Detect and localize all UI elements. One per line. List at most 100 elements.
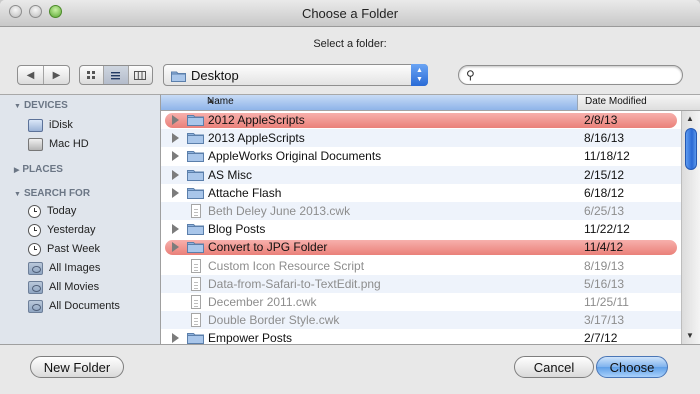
- idisk-icon: [28, 118, 43, 132]
- file-rows: 2012 AppleScripts 2/8/13 2013 AppleScripts…: [161, 111, 681, 344]
- folder-icon: [171, 71, 186, 82]
- choose-folder-dialog: Choose a Folder Select a folder: ◀ ▶ Des…: [0, 0, 700, 394]
- smart-folder-icon: [28, 299, 43, 313]
- scroll-thumb[interactable]: [685, 128, 697, 170]
- file-date: 3/17/13: [584, 313, 625, 328]
- document-icon: [191, 294, 201, 309]
- name-column-header[interactable]: Name ▲: [161, 95, 578, 110]
- folder-icon: [187, 242, 204, 254]
- file-name: Empower Posts: [208, 331, 293, 344]
- file-name: 2013 AppleScripts: [208, 131, 305, 146]
- date-column-header[interactable]: Date Modified: [585, 96, 647, 107]
- title-bar: Choose a Folder: [0, 0, 700, 27]
- sidebar-item-past-week[interactable]: Past Week: [28, 240, 100, 258]
- file-name: Convert to JPG Folder: [208, 240, 328, 255]
- icon-view-icon[interactable]: [80, 66, 103, 84]
- file-name: AppleWorks Original Documents: [208, 149, 382, 164]
- folder-icon: [187, 333, 204, 344]
- dialog-prompt: Select a folder:: [313, 38, 387, 50]
- file-name: Attache Flash: [208, 185, 282, 200]
- new-folder-button[interactable]: New Folder: [30, 356, 124, 378]
- folder-icon: [187, 151, 204, 163]
- disclosure-triangle-icon[interactable]: [172, 242, 179, 253]
- view-mode-control: [79, 65, 153, 85]
- sidebar-item-mac-hd[interactable]: Mac HD: [28, 135, 89, 153]
- search-icon: ⚲: [466, 68, 475, 82]
- smart-folder-icon: [28, 280, 43, 294]
- file-date: 11/25/11: [584, 294, 629, 309]
- folder-row[interactable]: Attache Flash 6/18/12: [161, 184, 681, 202]
- bottom-bar: New Folder Cancel Choose: [0, 344, 700, 394]
- folder-icon: [187, 187, 204, 199]
- scroll-down-icon[interactable]: ▼: [686, 331, 694, 340]
- disclosure-triangle-icon[interactable]: [172, 115, 179, 125]
- sidebar-item-today[interactable]: Today: [28, 202, 76, 220]
- sidebar-item-all-documents[interactable]: All Documents: [28, 297, 120, 315]
- file-name: 2012 AppleScripts: [208, 113, 305, 127]
- sidebar-item-yesterday[interactable]: Yesterday: [28, 221, 96, 239]
- document-icon: [191, 313, 201, 328]
- file-name: December 2011.cwk: [208, 294, 317, 309]
- location-label: Desktop: [191, 68, 239, 83]
- folder-row[interactable]: Empower Posts 2/7/12: [161, 329, 681, 344]
- file-row[interactable]: December 2011.cwk 11/25/11: [161, 293, 681, 311]
- file-date: 11/4/12: [584, 240, 624, 255]
- hard-drive-icon: [28, 137, 43, 151]
- file-date: 11/22/12: [584, 222, 630, 237]
- sidebar-devices-header[interactable]: ▼ DEVICES: [14, 100, 68, 111]
- choose-button[interactable]: Choose: [596, 356, 668, 378]
- sidebar-item-idisk[interactable]: iDisk: [28, 116, 73, 134]
- window-title: Choose a Folder: [301, 6, 399, 21]
- folder-icon: [187, 224, 204, 236]
- document-icon: [191, 203, 201, 218]
- file-date: 11/18/12: [584, 149, 630, 164]
- disclosure-triangle-icon[interactable]: [172, 187, 179, 198]
- file-date: 6/25/13: [584, 203, 625, 218]
- cancel-button[interactable]: Cancel: [514, 356, 594, 378]
- clock-icon: [28, 223, 41, 237]
- file-name: Beth Deley June 2013.cwk: [208, 203, 351, 218]
- folder-row[interactable]: AS Misc 2/15/12: [161, 165, 681, 184]
- file-row[interactable]: Custom Icon Resource Script 8/19/13: [161, 257, 681, 275]
- folder-row[interactable]: Blog Posts 11/22/12: [161, 220, 681, 238]
- sidebar-places-header[interactable]: ▶ PLACES: [14, 164, 63, 175]
- folder-icon: [187, 133, 204, 145]
- file-date: 2/8/13: [584, 113, 618, 127]
- scroll-up-icon[interactable]: ▲: [686, 114, 694, 123]
- disclosure-triangle-icon[interactable]: [172, 151, 179, 162]
- file-date: 6/18/12: [584, 185, 625, 200]
- disclosure-triangle-icon[interactable]: [172, 224, 179, 235]
- folder-row[interactable]: 2013 AppleScripts 8/16/13: [161, 129, 681, 148]
- sidebar-search-header[interactable]: ▼ SEARCH FOR: [14, 188, 90, 199]
- file-date: 8/19/13: [584, 258, 625, 273]
- file-date: 5/16/13: [584, 276, 625, 291]
- file-row[interactable]: Data-from-Safari-to-TextEdit.png 5/16/13: [161, 274, 681, 293]
- search-field: ⚲: [458, 65, 683, 85]
- file-row[interactable]: Double Border Style.cwk 3/17/13: [161, 311, 681, 330]
- file-row[interactable]: Beth Deley June 2013.cwk 6/25/13: [161, 201, 681, 221]
- search-input[interactable]: [481, 67, 675, 85]
- file-name: Blog Posts: [208, 222, 266, 237]
- file-date: 2/15/12: [584, 167, 625, 182]
- list-view-icon[interactable]: [103, 66, 128, 84]
- disclosure-triangle-icon[interactable]: [172, 133, 179, 144]
- folder-row[interactable]: 2012 AppleScripts 2/8/13: [161, 111, 681, 129]
- vertical-scrollbar[interactable]: ▲ ▼: [681, 111, 700, 344]
- sidebar-item-all-images[interactable]: All Images: [28, 259, 100, 277]
- smart-folder-icon: [28, 261, 43, 275]
- disclosure-triangle-icon[interactable]: [172, 333, 179, 344]
- sort-ascending-icon: ▲: [207, 96, 215, 105]
- back-arrow-icon[interactable]: ◀: [18, 66, 43, 84]
- column-view-icon[interactable]: [127, 66, 152, 84]
- folder-row[interactable]: Convert to JPG Folder 11/4/12: [161, 238, 681, 256]
- document-icon: [191, 276, 201, 291]
- sidebar-item-all-movies[interactable]: All Movies: [28, 278, 99, 296]
- file-name: Double Border Style.cwk: [208, 313, 340, 328]
- disclosure-triangle-icon[interactable]: [172, 169, 179, 180]
- folder-row[interactable]: AppleWorks Original Documents 11/18/12: [161, 147, 681, 165]
- column-header: Name ▲ Date Modified: [161, 95, 700, 111]
- file-name: Data-from-Safari-to-TextEdit.png: [208, 276, 381, 291]
- file-name: AS Misc: [208, 167, 253, 182]
- forward-arrow-icon[interactable]: ▶: [43, 66, 69, 84]
- location-popup[interactable]: Desktop ▲ ▼: [163, 64, 428, 86]
